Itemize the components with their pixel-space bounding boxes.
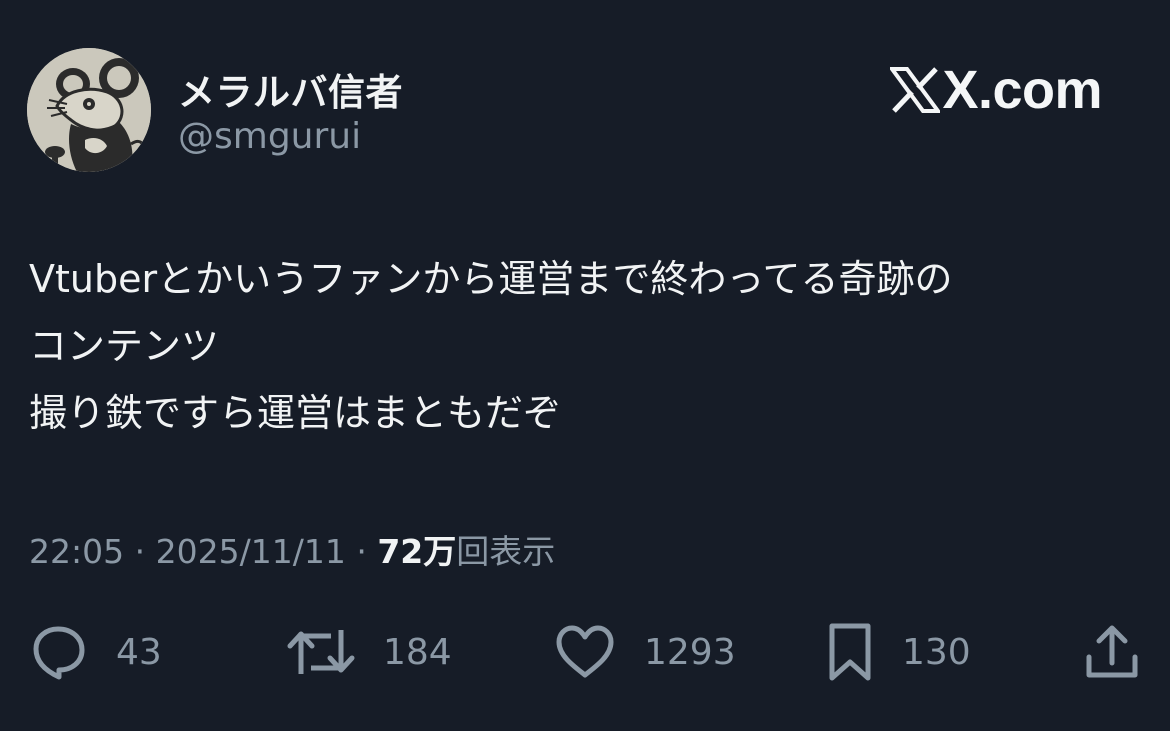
tweet-meta: 22:05 · 2025/11/11 · 72万回表示 <box>29 530 555 574</box>
reply-count: 43 <box>116 631 162 673</box>
like-count: 1293 <box>644 631 736 673</box>
tweet-line: 撮り鉄ですら運営はまともだぞ <box>29 391 562 435</box>
share-upload-icon <box>1086 625 1138 678</box>
speech-bubble-icon <box>33 626 85 680</box>
tweet-time[interactable]: 22:05 <box>29 532 124 571</box>
repost-arrows-icon <box>287 630 355 674</box>
share-button[interactable] <box>1084 620 1140 684</box>
bookmark-count: 130 <box>902 631 971 673</box>
bookmark-button[interactable]: 130 <box>826 620 971 684</box>
author-display-name[interactable]: メラルバ信者 <box>178 62 403 116</box>
meta-separator: · <box>356 532 367 571</box>
meta-separator: · <box>134 532 146 571</box>
brand-label: X.com <box>942 60 1102 120</box>
mouse-portrait-icon <box>27 48 151 172</box>
tweet-body: Vtuberとかいうファンから運営まで終わってる奇跡の コンテンツ 撮り鉄ですら… <box>29 246 1139 447</box>
author-handle[interactable]: @smgurui <box>178 116 361 157</box>
brand: X.com <box>890 60 1102 120</box>
tweet-line: Vtuberとかいうファンから運営まで終わってる奇跡の <box>29 257 953 301</box>
bookmark-icon <box>829 623 871 681</box>
tweet-date[interactable]: 2025/11/11 <box>156 532 346 571</box>
reply-button[interactable]: 43 <box>28 620 162 684</box>
like-button[interactable]: 1293 <box>554 620 736 684</box>
views-count: 72万 <box>377 532 457 571</box>
heart-outline-icon <box>556 625 614 678</box>
avatar[interactable] <box>27 48 151 172</box>
repost-button[interactable]: 184 <box>287 620 452 684</box>
views-label: 回表示 <box>456 532 556 571</box>
tweet-line: コンテンツ <box>29 324 220 368</box>
x-logo-icon <box>890 67 941 113</box>
tweet-card: メラルバ信者 @smgurui X.com Vtuberとかいうファンから運営ま… <box>0 0 1170 731</box>
repost-count: 184 <box>383 631 452 673</box>
action-bar: 43 184 1293 130 <box>0 620 1170 684</box>
